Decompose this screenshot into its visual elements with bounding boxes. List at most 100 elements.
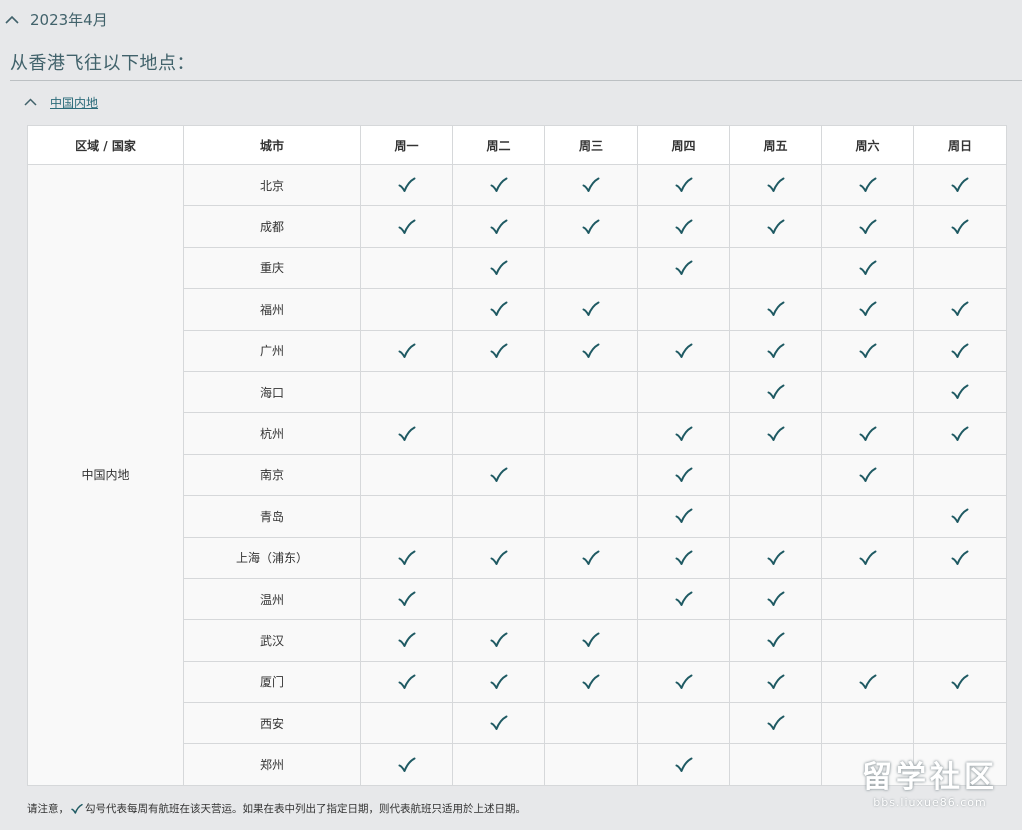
region-toggle[interactable]: 中国内地: [22, 92, 98, 112]
day-cell-sat: [821, 370, 914, 414]
check-icon: [767, 715, 785, 731]
check-icon: [398, 757, 416, 773]
day-cell-wed: [544, 370, 638, 414]
day-cell-wed: [544, 412, 638, 455]
day-cell-sat: [821, 288, 914, 331]
check-icon: [675, 260, 693, 276]
check-icon: [675, 550, 693, 566]
day-cell-thu: [637, 702, 730, 745]
day-cell-mon: [360, 412, 453, 455]
day-cell-tue: [452, 660, 545, 704]
table-header-row: 区域 / 国家 城市 周一 周二 周三 周四 周五 周六 周日: [27, 125, 1007, 165]
watermark-url: bbs.liuxue86.com: [873, 796, 987, 809]
day-cell-tue: [452, 370, 545, 414]
header-sat: 周六: [821, 125, 914, 165]
day-cell-sat: [821, 577, 914, 621]
region-link[interactable]: 中国内地: [50, 94, 98, 111]
header-fri: 周五: [729, 125, 822, 165]
check-icon: [490, 632, 508, 648]
check-icon: [490, 467, 508, 483]
day-cell-mon: [360, 163, 453, 207]
day-cell-fri: [729, 288, 822, 331]
day-cell-wed: [544, 288, 638, 331]
day-cell-mon: [360, 702, 453, 745]
check-icon: [675, 508, 693, 524]
day-cell-sun: [913, 702, 1007, 745]
check-icon: [951, 177, 969, 193]
day-cell-tue: [452, 205, 545, 248]
check-icon: [951, 301, 969, 317]
city-cell: 福州: [183, 288, 361, 331]
day-cell-mon: [360, 660, 453, 704]
check-icon: [767, 632, 785, 648]
check-icon: [767, 550, 785, 566]
day-cell-sat: [821, 495, 914, 538]
day-cell-thu: [637, 370, 730, 414]
day-cell-sat: [821, 619, 914, 662]
divider: [10, 80, 1022, 81]
check-icon: [767, 591, 785, 607]
day-cell-fri: [729, 660, 822, 704]
city-cell: 青岛: [183, 495, 361, 538]
check-icon: [767, 219, 785, 235]
check-icon: [582, 177, 600, 193]
city-cell: 北京: [183, 163, 361, 207]
city-cell: 厦门: [183, 660, 361, 704]
check-icon: [675, 591, 693, 607]
day-cell-sat: [821, 412, 914, 455]
footnote: 请注意， 勾号代表每周有航班在该天营运。如果在表中列出了指定日期，则代表航班只适…: [27, 801, 526, 816]
check-icon: [398, 177, 416, 193]
check-icon: [490, 260, 508, 276]
day-cell-thu: [637, 536, 730, 579]
city-cell: 郑州: [183, 743, 361, 786]
header-wed: 周三: [544, 125, 638, 165]
day-cell-sun: [913, 495, 1007, 538]
day-cell-tue: [452, 288, 545, 331]
check-icon: [490, 343, 508, 359]
footnote-text: 勾号代表每周有航班在该天营运。如果在表中列出了指定日期，则代表航班只适用於上述日…: [85, 803, 526, 815]
footnote-prefix: 请注意，: [27, 803, 69, 815]
day-cell-mon: [360, 205, 453, 248]
day-cell-mon: [360, 536, 453, 579]
day-cell-fri: [729, 495, 822, 538]
check-icon: [767, 343, 785, 359]
header-city: 城市: [183, 125, 361, 165]
day-cell-tue: [452, 246, 545, 290]
day-cell-fri: [729, 412, 822, 455]
day-cell-wed: [544, 577, 638, 621]
region-cell: 中国内地: [27, 164, 184, 786]
day-cell-sun: [913, 288, 1007, 331]
check-icon: [951, 426, 969, 442]
day-cell-tue: [452, 329, 545, 372]
check-icon: [398, 674, 416, 690]
check-icon: [675, 177, 693, 193]
check-icon: [859, 426, 877, 442]
check-icon: [675, 674, 693, 690]
day-cell-sat: [821, 246, 914, 290]
check-icon: [398, 343, 416, 359]
day-cell-wed: [544, 163, 638, 207]
check-icon: [490, 177, 508, 193]
day-cell-tue: [452, 619, 545, 662]
check-icon: [675, 343, 693, 359]
check-icon: [951, 384, 969, 400]
check-icon: [490, 301, 508, 317]
day-cell-fri: [729, 329, 822, 372]
header-mon: 周一: [360, 125, 453, 165]
day-cell-thu: [637, 660, 730, 704]
table-row: 中国内地 北京: [27, 163, 1007, 786]
section-title: 从香港飞往以下地点：: [10, 53, 195, 74]
watermark: 留学社区 bbs.liuxue86.com: [850, 760, 1010, 822]
day-cell-mon: [360, 246, 453, 290]
day-cell-tue: [452, 702, 545, 745]
month-toggle[interactable]: 2023年4月: [4, 8, 108, 30]
check-icon: [582, 550, 600, 566]
check-icon: [490, 219, 508, 235]
day-cell-sun: [913, 163, 1007, 207]
day-cell-thu: [637, 246, 730, 290]
city-cell: 重庆: [183, 246, 361, 290]
day-cell-thu: [637, 495, 730, 538]
check-icon: [398, 591, 416, 607]
day-cell-thu: [637, 163, 730, 207]
day-cell-tue: [452, 453, 545, 497]
